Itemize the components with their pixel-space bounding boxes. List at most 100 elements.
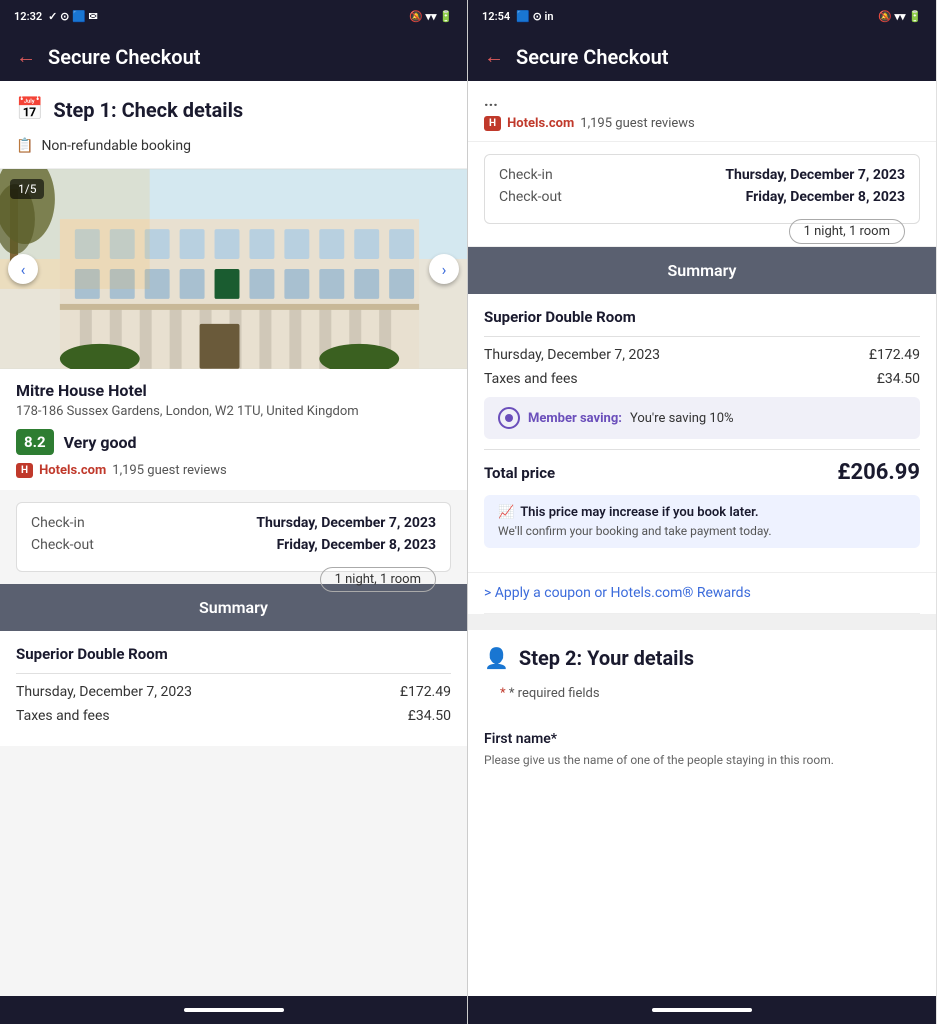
hotel-name-left: Mitre House Hotel (16, 381, 451, 400)
summary-title-left: Summary (199, 598, 268, 617)
person-icon: 👤 (484, 646, 509, 670)
coupon-row[interactable]: > Apply a coupon or Hotels.com® Rewards (484, 573, 920, 614)
total-row: Total price £206.99 (484, 460, 920, 485)
non-refundable-label: Non-refundable booking (41, 138, 191, 154)
header-title-left: Secure Checkout (48, 45, 201, 69)
hotel-address: 178-186 Sussex Gardens, London, W2 1TU, … (16, 404, 451, 419)
taxes-label-left: Taxes and fees (16, 708, 110, 724)
header-title-right: Secure Checkout (516, 45, 669, 69)
summary-body-left: Superior Double Room Thursday, December … (0, 631, 467, 746)
non-refundable-icon: 📋 (16, 138, 33, 154)
home-indicator-left (184, 1008, 284, 1012)
checkin-row-left: Check-in Thursday, December 7, 2023 (31, 515, 436, 531)
price-notice-sub: We'll confirm your booking and take paym… (498, 524, 906, 538)
hotel-top-partial: ... H Hotels.com 1,195 guest reviews (468, 81, 936, 142)
back-button-left[interactable]: ← (16, 44, 36, 69)
non-refundable-notice: 📋 Non-refundable booking (0, 130, 467, 169)
first-name-sub: Please give us the name of one of the pe… (484, 753, 920, 767)
content-left: 📅 Step 1: Check details 📋 Non-refundable… (0, 81, 467, 996)
checkin-value-right: Thursday, December 7, 2023 (725, 167, 905, 183)
bottom-bar-left (0, 996, 467, 1024)
taxes-price-left: £34.50 (408, 708, 451, 724)
member-icon (498, 407, 520, 429)
reviews-row: H Hotels.com 1,195 guest reviews (16, 463, 451, 478)
total-label: Total price (484, 464, 555, 482)
member-saving-row: Member saving: You're saving 10% (484, 397, 920, 439)
step2-header: 👤 Step 2: Your details (468, 622, 936, 678)
hotels-badge-left: H (16, 463, 33, 478)
step1-header: 📅 Step 1: Check details (0, 81, 467, 130)
checkout-label-right: Check-out (499, 189, 562, 205)
hotel-image-container: 1/5 ‹ › (0, 169, 467, 369)
step1-title: Step 1: Check details (53, 98, 243, 122)
required-note: * * required fields (484, 682, 920, 711)
total-value: £206.99 (837, 460, 920, 485)
taxes-price-right: £34.50 (877, 371, 920, 387)
summary-title-right: Summary (668, 261, 737, 280)
rating-row: 8.2 Very good (16, 429, 451, 455)
signal-icons-right: 🔕 ▾▾ 🔋 (878, 10, 922, 23)
status-bar-right: 12:54 🟦 ⊙ in 🔕 ▾▾ 🔋 (468, 0, 936, 32)
checkin-row-right: Check-in Thursday, December 7, 2023 (499, 167, 905, 183)
nights-badge-left: 1 night, 1 room (320, 567, 436, 592)
back-button-right[interactable]: ← (484, 44, 504, 69)
date-label-right: Thursday, December 7, 2023 (484, 347, 660, 363)
checkin-box-right: Check-in Thursday, December 7, 2023 Chec… (484, 154, 920, 224)
member-saving-text: You're saving 10% (630, 411, 734, 426)
signal-icons-left: 🔕 ▾▾ 🔋 (409, 10, 453, 23)
checkout-row-right: Check-out Friday, December 8, 2023 (499, 189, 905, 205)
content-right: ... H Hotels.com 1,195 guest reviews Che… (468, 81, 936, 996)
checkout-label-left: Check-out (31, 537, 94, 553)
nights-badge-right: 1 night, 1 room (789, 219, 905, 244)
member-saving-label: Member saving: (528, 411, 622, 426)
time-left: 12:32 (14, 10, 42, 23)
calendar-icon: 📅 (16, 97, 43, 122)
reviews-count-left: 1,195 guest reviews (112, 463, 226, 478)
room-type-right: Superior Double Room (484, 308, 920, 326)
bottom-bar-right (468, 996, 936, 1024)
checkout-row-left: Check-out Friday, December 8, 2023 (31, 537, 436, 553)
status-bar-left: 12:32 ✓ ⊙ 🟦 ✉ 🔕 ▾▾ 🔋 (0, 0, 467, 32)
coupon-label[interactable]: > Apply a coupon or Hotels.com® Rewards (484, 585, 751, 601)
hotel-info-left: Mitre House Hotel 178-186 Sussex Gardens… (0, 369, 467, 490)
hotel-name-partial: ... (484, 81, 920, 110)
status-icons-left: ✓ ⊙ 🟦 ✉ (48, 10, 98, 23)
checkout-value-right: Friday, December 8, 2023 (746, 189, 905, 205)
checkin-box-left: Check-in Thursday, December 7, 2023 Chec… (16, 502, 451, 572)
room-type-left: Superior Double Room (16, 645, 451, 663)
phone-right: 12:54 🟦 ⊙ in 🔕 ▾▾ 🔋 ← Secure Checkout ..… (468, 0, 936, 1024)
checkin-label-left: Check-in (31, 515, 85, 531)
phone-left: 12:32 ✓ ⊙ 🟦 ✉ 🔕 ▾▾ 🔋 ← Secure Checkout 📅… (0, 0, 468, 1024)
taxes-price-row-right: Taxes and fees £34.50 (484, 371, 920, 387)
first-name-label: First name* (484, 731, 920, 747)
rating-text: Very good (64, 433, 137, 452)
trend-icon: 📈 (498, 505, 514, 520)
date-price-right: £172.49 (869, 347, 920, 363)
taxes-price-row-left: Taxes and fees £34.50 (16, 708, 451, 724)
hotels-brand-left: Hotels.com (39, 463, 106, 478)
date-price-row-left: Thursday, December 7, 2023 £172.49 (16, 684, 451, 700)
hotels-badge-right: H (484, 116, 501, 131)
summary-header-right: Summary (468, 247, 936, 294)
rating-badge: 8.2 (16, 429, 54, 455)
taxes-label-right: Taxes and fees (484, 371, 578, 387)
date-price-row-right: Thursday, December 7, 2023 £172.49 (484, 347, 920, 363)
price-notice-title: 📈 This price may increase if you book la… (498, 505, 906, 520)
date-price-left: £172.49 (400, 684, 451, 700)
hotels-brand-right: Hotels.com (507, 116, 574, 131)
next-image-button[interactable]: › (429, 254, 459, 284)
price-notice: 📈 This price may increase if you book la… (484, 495, 920, 548)
reviews-count-right: 1,195 guest reviews (580, 116, 694, 131)
image-counter: 1/5 (10, 179, 44, 199)
reviews-row-right: H Hotels.com 1,195 guest reviews (484, 116, 920, 131)
checkout-value-left: Friday, December 8, 2023 (277, 537, 436, 553)
header-left: ← Secure Checkout (0, 32, 467, 81)
first-name-section: First name* Please give us the name of o… (468, 721, 936, 783)
status-icons-right: 🟦 ⊙ in (516, 10, 553, 23)
header-right: ← Secure Checkout (468, 32, 936, 81)
step2-title: Step 2: Your details (519, 646, 694, 670)
checkin-label-right: Check-in (499, 167, 553, 183)
checkin-value-left: Thursday, December 7, 2023 (256, 515, 436, 531)
prev-image-button[interactable]: ‹ (8, 254, 38, 284)
date-label-left: Thursday, December 7, 2023 (16, 684, 192, 700)
